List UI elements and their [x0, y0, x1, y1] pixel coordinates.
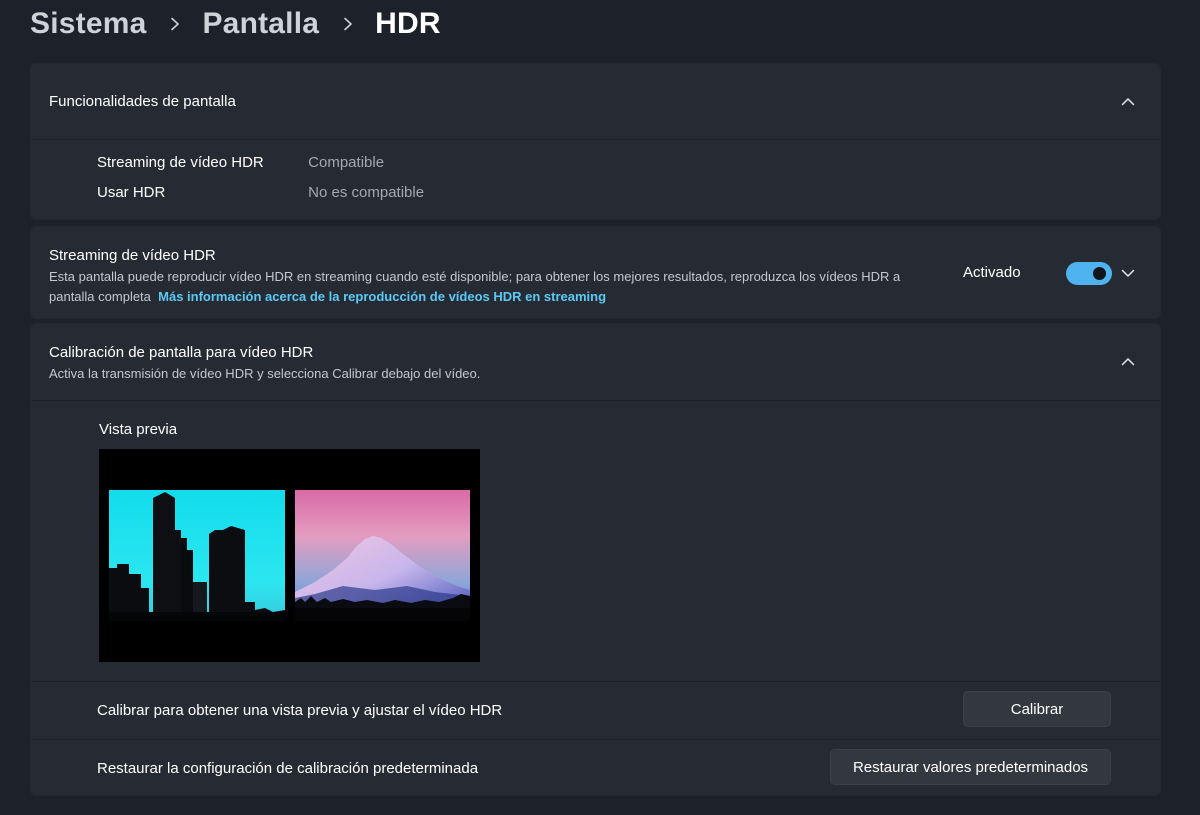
- calibrate-button[interactable]: Calibrar: [963, 691, 1111, 727]
- capability-label: Usar HDR: [97, 184, 166, 201]
- restore-defaults-button[interactable]: Restaurar valores predeterminados: [830, 749, 1111, 785]
- chevron-right-icon: [168, 17, 182, 31]
- hdr-streaming-description: Esta pantalla puede reproducir vídeo HDR…: [49, 267, 929, 307]
- chevron-up-icon[interactable]: [1114, 348, 1142, 376]
- display-capabilities-header[interactable]: Funcionalidades de pantalla: [31, 64, 1160, 139]
- divider: [31, 139, 1160, 140]
- toggle-knob: [1093, 267, 1106, 280]
- hdr-calibration-card: Calibración de pantalla para vídeo HDR A…: [30, 323, 1161, 796]
- breadcrumb-item-pantalla[interactable]: Pantalla: [202, 7, 319, 41]
- capability-value: Compatible: [308, 154, 385, 171]
- hdr-streaming-toggle[interactable]: [1066, 262, 1112, 285]
- chevron-up-icon[interactable]: [1114, 88, 1142, 116]
- hdr-streaming-learn-more-link[interactable]: Más información acerca de la reproducció…: [158, 289, 606, 304]
- page-title: HDR: [375, 7, 441, 40]
- mountain-image: [295, 490, 470, 621]
- capability-label: Streaming de vídeo HDR: [97, 154, 264, 171]
- video-preview: [99, 449, 480, 662]
- display-capabilities-title: Funcionalidades de pantalla: [49, 93, 236, 110]
- display-capabilities-card: Funcionalidades de pantalla Streaming de…: [30, 63, 1161, 220]
- capability-row-use-hdr: Usar HDR No es compatible: [97, 184, 424, 201]
- chevron-down-icon[interactable]: [1114, 259, 1142, 287]
- capability-value: No es compatible: [308, 184, 425, 201]
- capability-row-hdr-streaming: Streaming de vídeo HDR Compatible: [97, 154, 384, 171]
- hdr-calibration-description: Activa la transmisión de vídeo HDR y sel…: [49, 366, 481, 381]
- restore-description: Restaurar la configuración de calibració…: [97, 760, 479, 777]
- hdr-streaming-card: Streaming de vídeo HDR Esta pantalla pue…: [30, 226, 1161, 319]
- calibrate-description: Calibrar para obtener una vista previa y…: [97, 702, 503, 719]
- divider: [31, 681, 1160, 682]
- breadcrumb: Sistema Pantalla HDR: [30, 2, 441, 46]
- preview-label: Vista previa: [99, 421, 178, 438]
- breadcrumb-item-sistema[interactable]: Sistema: [30, 7, 146, 41]
- divider: [31, 739, 1160, 740]
- toggle-state-label: Activado: [963, 264, 1021, 281]
- divider: [31, 400, 1160, 401]
- hdr-calibration-title: Calibración de pantalla para vídeo HDR: [49, 344, 314, 361]
- chevron-right-icon: [341, 17, 355, 31]
- city-skyline-image: [109, 490, 285, 621]
- hdr-streaming-title: Streaming de vídeo HDR: [49, 247, 216, 264]
